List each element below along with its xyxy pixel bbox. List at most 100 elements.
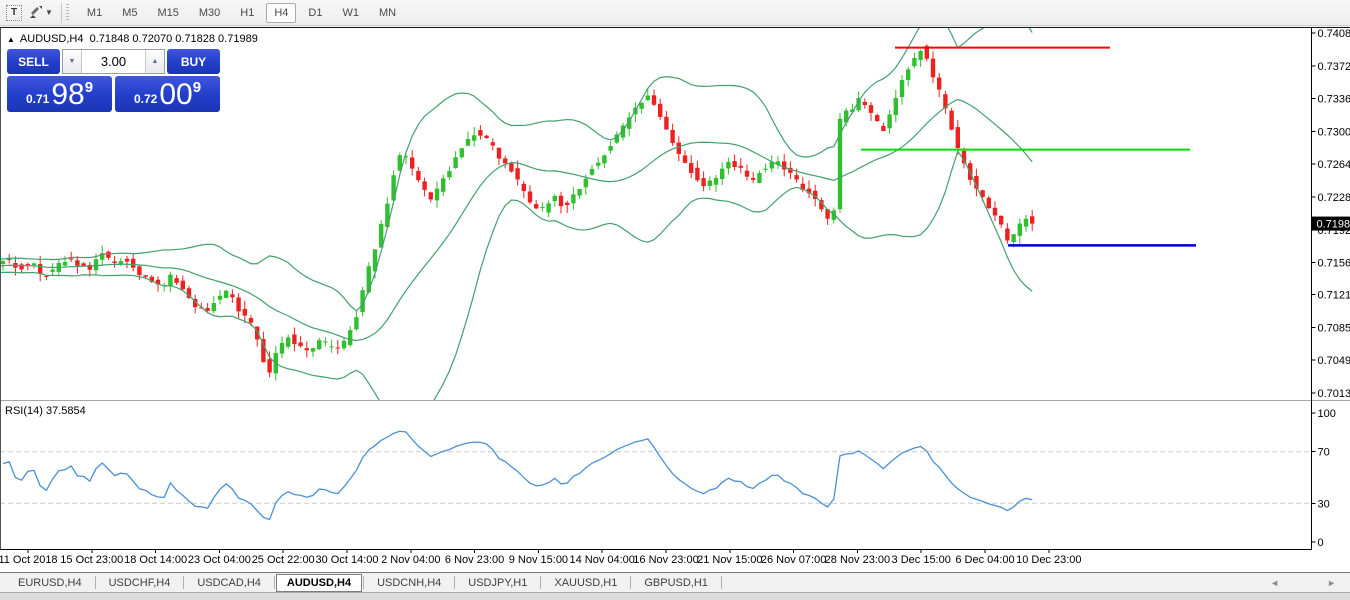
dropdown-caret-icon: ▼ [45, 8, 53, 17]
svg-text:30: 30 [1318, 498, 1330, 510]
chart-tab-usdjpy[interactable]: USDJPY,H1 [456, 574, 539, 592]
bid-pip-digit: 9 [85, 79, 93, 96]
sell-button[interactable]: SELL [7, 49, 60, 74]
bid-big-digits: 98 [51, 78, 84, 112]
chart-tab-eurusd[interactable]: EURUSD,H4 [6, 574, 94, 592]
chart-tab-usdcad[interactable]: USDCAD,H4 [185, 574, 273, 592]
svg-text:0: 0 [1318, 537, 1324, 549]
timeframe-button-m30[interactable]: M30 [191, 3, 228, 23]
svg-text:0.70490: 0.70490 [1318, 355, 1350, 367]
tab-divider [95, 576, 96, 589]
svg-text:18 Oct 14:00: 18 Oct 14:00 [124, 554, 187, 566]
bid-price[interactable]: 0.71989 [7, 76, 112, 112]
arrange-icon [27, 6, 42, 20]
tab-divider [363, 576, 364, 589]
timeframe-button-m5[interactable]: M5 [114, 3, 145, 23]
volume-stepper[interactable]: ▼ 3.00 ▲ [62, 49, 165, 74]
svg-text:0.70850: 0.70850 [1318, 322, 1350, 334]
rsi-line[interactable] [3, 431, 1032, 519]
tab-divider [454, 576, 455, 589]
svg-text:25 Oct 22:00: 25 Oct 22:00 [252, 554, 315, 566]
arrange-windows-button[interactable]: ▼ [25, 3, 55, 23]
trade-row: SELL ▼ 3.00 ▲ BUY [7, 49, 220, 74]
toolbar: T ▼ M1M5M15M30H1H4D1W1MN [0, 0, 1350, 26]
price-row: 0.71989 0.72009 [7, 76, 220, 112]
svg-text:6 Nov 23:00: 6 Nov 23:00 [445, 554, 504, 566]
svg-text:2 Nov 04:00: 2 Nov 04:00 [381, 554, 440, 566]
svg-text:0.73000: 0.73000 [1318, 126, 1350, 138]
timeframe-group: M1M5M15M30H1H4D1W1MN [77, 0, 406, 26]
svg-text:0.72280: 0.72280 [1318, 192, 1350, 204]
collapse-panel-icon[interactable]: ▲ [7, 35, 15, 44]
svg-text:16 Nov 23:00: 16 Nov 23:00 [633, 554, 698, 566]
svg-text:21 Nov 15:00: 21 Nov 15:00 [697, 554, 762, 566]
ask-price[interactable]: 0.72009 [115, 76, 220, 112]
svg-text:30 Oct 14:00: 30 Oct 14:00 [316, 554, 379, 566]
svg-text:10 Dec 23:00: 10 Dec 23:00 [1016, 554, 1081, 566]
svg-text:0.74080: 0.74080 [1318, 28, 1350, 40]
toolbar-separator [61, 3, 62, 23]
chart-tab-usdcnh[interactable]: USDCNH,H4 [365, 574, 453, 592]
volume-increase-icon[interactable]: ▲ [145, 50, 164, 73]
tab-divider [274, 576, 275, 589]
one-click-trading-panel: SELL ▼ 3.00 ▲ BUY 0.71989 0.72009 [7, 49, 220, 112]
svg-text:0.71560: 0.71560 [1318, 258, 1350, 270]
text-tool-icon: T [6, 5, 22, 21]
quote-bar: ▲ AUDUSD,H4 0.71848 0.72070 0.71828 0.71… [7, 33, 258, 45]
svg-text:100: 100 [1318, 408, 1336, 420]
chart-tab-xauusd[interactable]: XAUUSD,H1 [542, 574, 629, 592]
svg-text:28 Nov 23:00: 28 Nov 23:00 [825, 554, 890, 566]
chart-tab-audusd[interactable]: AUDUSD,H4 [276, 574, 362, 592]
svg-text:3 Dec 15:00: 3 Dec 15:00 [892, 554, 951, 566]
timeframe-button-mn[interactable]: MN [371, 3, 404, 23]
svg-text:15 Oct 23:00: 15 Oct 23:00 [60, 554, 123, 566]
chart-tab-gbpusd[interactable]: GBPUSD,H1 [632, 574, 720, 592]
svg-text:23 Oct 04:00: 23 Oct 04:00 [188, 554, 251, 566]
svg-text:0.72640: 0.72640 [1318, 159, 1350, 171]
tab-divider [630, 576, 631, 589]
volume-value[interactable]: 3.00 [82, 50, 145, 73]
tab-divider [183, 576, 184, 589]
chart-tab-usdchf[interactable]: USDCHF,H4 [97, 574, 183, 592]
ask-pip-digit: 9 [193, 79, 201, 96]
bid-prefix: 0.71 [26, 92, 49, 106]
mt5-window: T ▼ M1M5M15M30H1H4D1W1MN 0.740800.737200… [0, 0, 1350, 600]
quote-ohlc-text: AUDUSD,H4 0.71848 0.72070 0.71828 0.7198… [20, 33, 258, 45]
timeframe-button-m15[interactable]: M15 [149, 3, 186, 23]
current-price-marker: 0.71989 [1311, 217, 1350, 231]
bollinger-lower-line[interactable] [0, 151, 1032, 428]
svg-text:0.73720: 0.73720 [1318, 61, 1350, 73]
svg-text:0.73360: 0.73360 [1318, 94, 1350, 106]
rsi-indicator-label: RSI(14) 37.5854 [5, 405, 86, 417]
ask-big-digits: 00 [159, 78, 192, 112]
svg-text:11 Oct 2018: 11 Oct 2018 [0, 554, 58, 566]
svg-text:9 Nov 15:00: 9 Nov 15:00 [509, 554, 568, 566]
svg-text:14 Nov 04:00: 14 Nov 04:00 [569, 554, 634, 566]
svg-text:26 Nov 07:00: 26 Nov 07:00 [761, 554, 826, 566]
chart-tabs: EURUSD,H4USDCHF,H4USDCAD,H4AUDUSD,H4USDC… [0, 573, 723, 592]
chart-window: 0.74080 0.73720 0.73360 0.73000 0.72640 0.722… [0, 28, 1350, 572]
timeframe-button-d1[interactable]: D1 [300, 3, 330, 23]
tabs-scroll-right-icon[interactable]: ► [1327, 578, 1336, 588]
svg-text:0.71989: 0.71989 [1317, 219, 1350, 231]
timeframe-button-h4[interactable]: H4 [266, 3, 296, 23]
svg-text:0.70130: 0.70130 [1318, 388, 1350, 400]
status-bar [0, 592, 1350, 600]
tab-scroll-buttons: ◄ ► [1270, 578, 1350, 588]
timeframe-button-h1[interactable]: H1 [232, 3, 262, 23]
chart-tabbar: EURUSD,H4USDCHF,H4USDCAD,H4AUDUSD,H4USDC… [0, 572, 1350, 592]
tab-divider [540, 576, 541, 589]
volume-decrease-icon[interactable]: ▼ [63, 50, 82, 73]
tab-divider [721, 576, 722, 589]
timeframe-button-w1[interactable]: W1 [334, 3, 367, 23]
svg-text:6 Dec 04:00: 6 Dec 04:00 [955, 554, 1014, 566]
rsi-pane[interactable] [0, 431, 1311, 519]
timeframe-button-m1[interactable]: M1 [79, 3, 110, 23]
svg-text:70: 70 [1318, 447, 1330, 459]
toolbar-grip[interactable] [66, 4, 69, 22]
buy-button[interactable]: BUY [167, 49, 220, 74]
tabs-scroll-left-icon[interactable]: ◄ [1270, 578, 1279, 588]
svg-text:0.71210: 0.71210 [1318, 290, 1350, 302]
text-tool-button[interactable]: T [3, 3, 25, 23]
bollinger-middle-line[interactable] [0, 99, 1032, 340]
